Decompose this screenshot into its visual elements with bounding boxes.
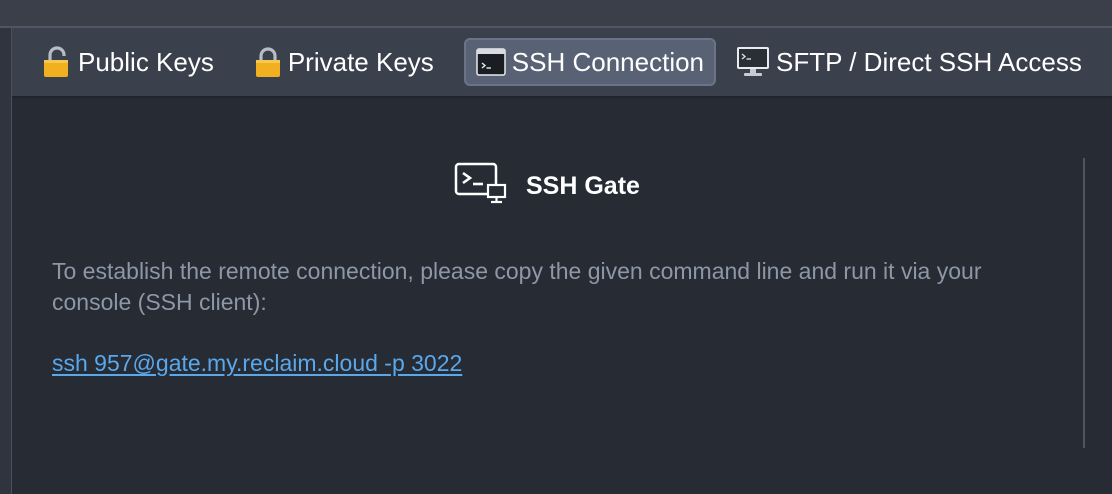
monitor-terminal-icon <box>736 46 770 78</box>
ssh-command-link[interactable]: ssh 957@gate.my.reclaim.cloud -p 3022 <box>52 350 462 377</box>
tab-sftp-direct-ssh[interactable]: SFTP / Direct SSH Access <box>724 38 1094 86</box>
tab-ssh-connection[interactable]: SSH Connection <box>463 38 717 86</box>
tab-ssh-connection-label: SSH Connection <box>511 46 705 77</box>
vertical-scrollbar[interactable] <box>1083 158 1085 448</box>
tab-private-keys[interactable]: Private Keys <box>242 38 446 86</box>
ssh-gate-header: SSH Gate <box>454 162 640 211</box>
lock-open-icon <box>42 46 72 78</box>
ssh-gate-icon <box>454 162 510 211</box>
tab-public-keys[interactable]: Public Keys <box>30 38 226 86</box>
left-panel-edge <box>0 28 12 494</box>
tab-private-keys-label: Private Keys <box>287 46 434 77</box>
connection-instructions: To establish the remote connection, plea… <box>52 258 982 315</box>
lock-icon <box>254 46 282 78</box>
ssh-gate-title: SSH Gate <box>526 172 640 200</box>
terminal-icon <box>476 48 506 76</box>
ssh-connection-panel: SSH Gate To establish the remote connect… <box>12 98 1112 494</box>
tab-bar: Public Keys Private Keys SSH Connection <box>12 28 1112 98</box>
tab-public-keys-label: Public Keys <box>78 46 214 77</box>
window-top-strip <box>0 0 1112 28</box>
tab-sftp-label: SFTP / Direct SSH Access <box>776 46 1082 77</box>
